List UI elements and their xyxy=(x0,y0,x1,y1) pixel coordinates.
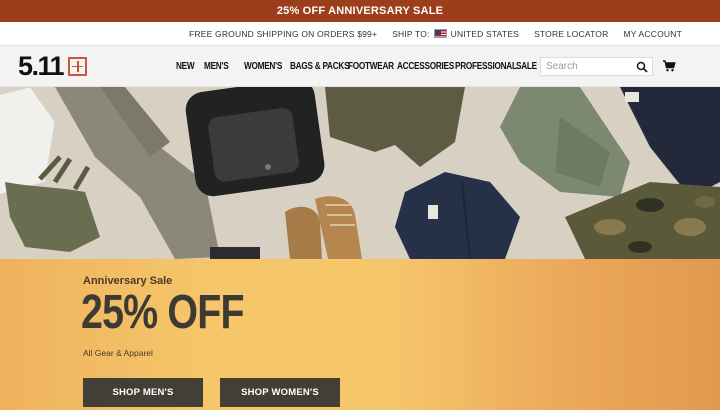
promo-bar[interactable]: 25% OFF ANNIVERSARY SALE xyxy=(0,0,720,22)
hero-product-image[interactable] xyxy=(0,87,720,259)
black-backpack-image xyxy=(185,87,325,197)
store-locator-link[interactable]: STORE LOCATOR xyxy=(534,29,608,39)
nav-item-mens[interactable]: MEN'S xyxy=(204,61,235,72)
nav-item-womens[interactable]: WOMEN'S xyxy=(244,61,282,72)
ship-to-selector[interactable]: SHIP TO: UNITED STATES xyxy=(392,29,519,39)
us-flag-icon xyxy=(433,29,447,38)
ship-to-country: UNITED STATES xyxy=(450,28,520,39)
free-shipping-link[interactable]: FREE GROUND SHIPPING ON ORDERS $99+ xyxy=(189,29,377,39)
utility-bar: FREE GROUND SHIPPING ON ORDERS $99+ SHIP… xyxy=(0,22,720,45)
anniversary-sale-panel: Anniversary Sale 25% OFF All Gear & Appa… xyxy=(0,259,720,410)
nav-menu: NEW MEN'S WOMEN'S BAGS & PACKS FOOTWEAR … xyxy=(176,46,538,86)
sale-headline: 25% OFF xyxy=(81,286,245,339)
cart-icon[interactable] xyxy=(662,59,676,73)
nav-item-new[interactable]: NEW xyxy=(176,61,195,72)
ship-to-label: SHIP TO: xyxy=(392,28,430,39)
flatlay-illustration xyxy=(0,87,720,259)
logo-wordmark: 5.11 xyxy=(18,50,65,81)
search-icon[interactable] xyxy=(636,61,648,73)
search-input[interactable] xyxy=(546,61,636,72)
nav-item-sale[interactable]: SALE xyxy=(516,61,537,72)
brand-logo[interactable]: 5.11 xyxy=(18,50,88,81)
my-account-link[interactable]: MY ACCOUNT xyxy=(623,29,682,39)
sale-subtext: All Gear & Apparel xyxy=(83,348,153,358)
shop-mens-button[interactable]: SHOP MEN'S xyxy=(83,378,203,407)
search-box[interactable] xyxy=(540,57,653,76)
nav-item-bags-packs[interactable]: BAGS & PACKS xyxy=(290,61,350,72)
shop-womens-button[interactable]: SHOP WOMEN'S xyxy=(220,378,340,407)
logo-cross-icon xyxy=(68,56,88,76)
nav-item-footwear[interactable]: FOOTWEAR xyxy=(348,61,394,72)
nav-item-accessories[interactable]: ACCESSORIES xyxy=(397,61,454,72)
nav-item-professional[interactable]: PROFESSIONAL xyxy=(455,61,517,72)
main-navigation: 5.11 NEW MEN'S WOMEN'S BAGS & PACKS FOOT… xyxy=(0,45,720,87)
promo-bar-text[interactable]: 25% OFF ANNIVERSARY SALE xyxy=(277,5,443,17)
